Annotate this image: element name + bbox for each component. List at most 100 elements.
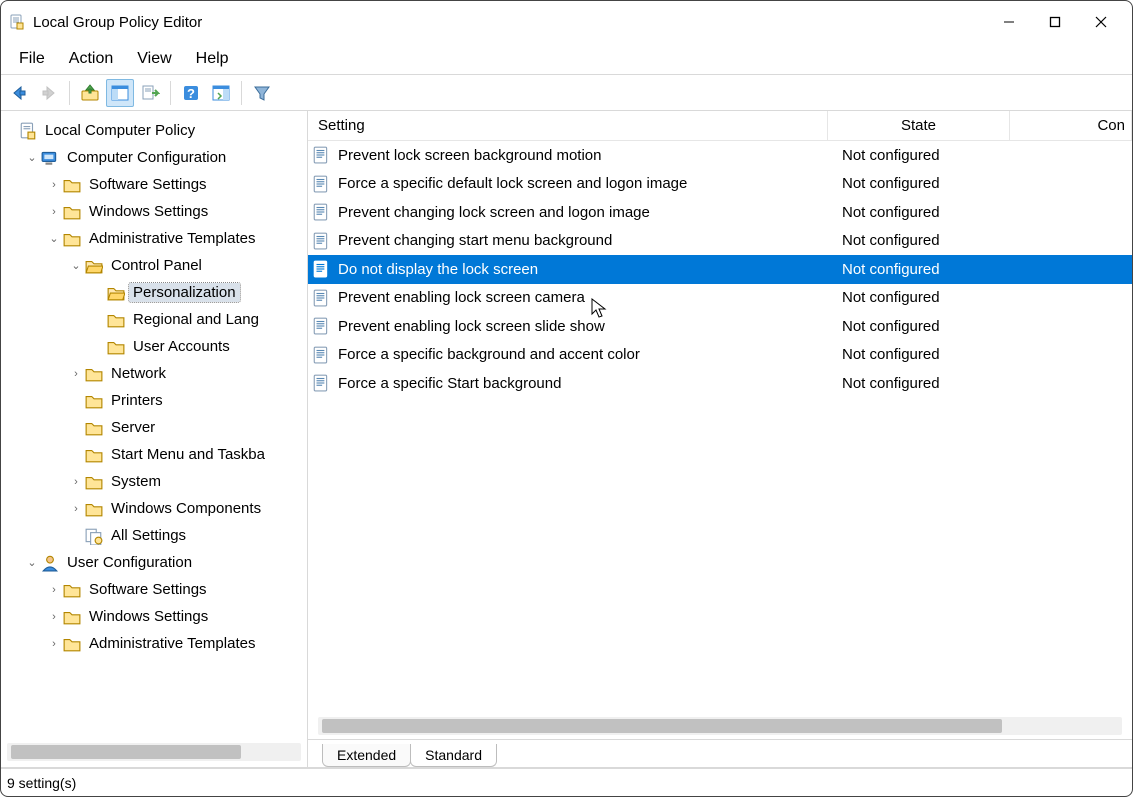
chevron-down-icon[interactable]: ⌄ [25, 151, 39, 164]
tree-user-config[interactable]: ⌄User Configuration [25, 549, 307, 576]
setting-row[interactable]: Do not display the lock screenNot config… [308, 255, 1132, 284]
up-button[interactable] [76, 79, 104, 107]
tree-root[interactable]: Local Computer Policy [3, 117, 307, 144]
chevron-right-icon[interactable]: › [47, 179, 61, 191]
chevron-right-icon[interactable]: › [47, 206, 61, 218]
tree-server[interactable]: Server [69, 414, 307, 441]
tree-regional[interactable]: Regional and Lang [91, 306, 307, 333]
folder-icon [63, 176, 81, 194]
setting-row[interactable]: Force a specific Start background Not con… [308, 369, 1132, 398]
setting-name: Prevent lock screen background motion [338, 147, 601, 164]
menu-file[interactable]: File [7, 46, 57, 72]
tree-uc-software[interactable]: ›Software Settings [47, 576, 307, 603]
setting-row[interactable]: Force a specific background and accent c… [308, 341, 1132, 370]
setting-state: Not configured [828, 261, 1010, 278]
tree-view[interactable]: Local Computer Policy ⌄ Computer Configu… [1, 111, 307, 739]
toolbar: ? [1, 75, 1132, 111]
list-hscrollbar[interactable] [318, 717, 1122, 735]
setting-row[interactable]: Prevent lock screen background motion Not… [308, 141, 1132, 170]
tree-user-accounts[interactable]: User Accounts [91, 333, 307, 360]
policy-item-icon [312, 289, 330, 307]
chevron-right-icon[interactable]: › [47, 584, 61, 596]
tree-control-panel[interactable]: ⌄Control Panel [69, 252, 307, 279]
setting-row[interactable]: Prevent enabling lock screen cameraNot c… [308, 284, 1132, 313]
col-setting[interactable]: Setting [308, 111, 828, 140]
filter-button[interactable] [248, 79, 276, 107]
list-body[interactable]: Prevent lock screen background motion Not… [308, 141, 1132, 711]
setting-state: Not configured [828, 346, 1010, 363]
tree-system[interactable]: ›System [69, 468, 307, 495]
folder-icon [85, 365, 103, 383]
col-state[interactable]: State [828, 111, 1010, 140]
tree-computer-config[interactable]: ⌄ Computer Configuration [25, 144, 307, 171]
tree-uc-windows[interactable]: ›Windows Settings [47, 603, 307, 630]
folder-icon [85, 419, 103, 437]
show-hide-tree-button[interactable] [106, 79, 134, 107]
folder-icon [85, 392, 103, 410]
chevron-right-icon[interactable]: › [69, 368, 83, 380]
tree-windows-components[interactable]: ›Windows Components [69, 495, 307, 522]
minimize-button[interactable] [986, 6, 1032, 38]
main-split: Local Computer Policy ⌄ Computer Configu… [1, 111, 1132, 768]
back-button[interactable] [5, 79, 33, 107]
app-icon [9, 14, 25, 30]
folder-icon [63, 608, 81, 626]
svg-text:?: ? [187, 86, 195, 101]
policy-item-icon [312, 374, 330, 392]
chevron-down-icon[interactable]: ⌄ [47, 232, 61, 245]
chevron-right-icon[interactable]: › [69, 503, 83, 515]
close-button[interactable] [1078, 6, 1124, 38]
setting-state: Not configured [828, 232, 1010, 249]
user-icon [41, 554, 59, 572]
tree-pane: Local Computer Policy ⌄ Computer Configu… [1, 111, 308, 767]
setting-state: Not configured [828, 147, 1010, 164]
export-list-button[interactable] [136, 79, 164, 107]
maximize-button[interactable] [1032, 6, 1078, 38]
setting-name: Force a specific Start background [338, 375, 561, 392]
tab-standard[interactable]: Standard [410, 744, 497, 767]
forward-button[interactable] [35, 79, 63, 107]
chevron-down-icon[interactable]: ⌄ [69, 259, 83, 272]
setting-name: Force a specific default lock screen and… [338, 175, 687, 192]
chevron-down-icon[interactable]: ⌄ [25, 556, 39, 569]
chevron-right-icon[interactable]: › [47, 611, 61, 623]
tree-cc-windows[interactable]: ›Windows Settings [47, 198, 307, 225]
setting-row[interactable]: Force a specific default lock screen and… [308, 170, 1132, 199]
tree-cc-admin-templates[interactable]: ⌄Administrative Templates [47, 225, 307, 252]
tree-start-menu[interactable]: Start Menu and Taskba [69, 441, 307, 468]
setting-state: Not configured [828, 375, 1010, 392]
tree-printers[interactable]: Printers [69, 387, 307, 414]
all-settings-icon [85, 527, 103, 545]
tree-personalization[interactable]: Personalization [91, 279, 307, 306]
setting-state: Not configured [828, 318, 1010, 335]
policy-item-icon [312, 317, 330, 335]
menu-help[interactable]: Help [184, 46, 241, 72]
menu-view[interactable]: View [125, 46, 183, 72]
help-button[interactable]: ? [177, 79, 205, 107]
folder-icon [63, 635, 81, 653]
app-window: Local Group Policy Editor File Action Vi… [0, 0, 1133, 797]
chevron-right-icon[interactable]: › [47, 638, 61, 650]
setting-state: Not configured [828, 175, 1010, 192]
show-hide-actions-button[interactable] [207, 79, 235, 107]
tree-all-settings[interactable]: All Settings [69, 522, 307, 549]
setting-name: Force a specific background and accent c… [338, 346, 640, 363]
folder-icon [85, 500, 103, 518]
setting-name: Prevent enabling lock screen slide show [338, 318, 605, 335]
policy-icon [19, 122, 37, 140]
setting-row[interactable]: Prevent changing start menu backgroundNo… [308, 227, 1132, 256]
menu-action[interactable]: Action [57, 46, 125, 72]
setting-row[interactable]: Prevent enabling lock screen slide show N… [308, 312, 1132, 341]
tree-hscrollbar[interactable] [7, 743, 301, 761]
tabstrip: Extended Standard [308, 739, 1132, 767]
tree-cc-software[interactable]: ›Software Settings [47, 171, 307, 198]
menubar: File Action View Help [1, 43, 1132, 75]
setting-state: Not configured [828, 204, 1010, 221]
col-comment[interactable]: Con [1010, 111, 1132, 140]
tree-uc-admin-templates[interactable]: ›Administrative Templates [47, 630, 307, 657]
chevron-right-icon[interactable]: › [69, 476, 83, 488]
tree-network[interactable]: ›Network [69, 360, 307, 387]
setting-row[interactable]: Prevent changing lock screen and logon i… [308, 198, 1132, 227]
tab-extended[interactable]: Extended [322, 744, 411, 767]
policy-item-icon [312, 146, 330, 164]
